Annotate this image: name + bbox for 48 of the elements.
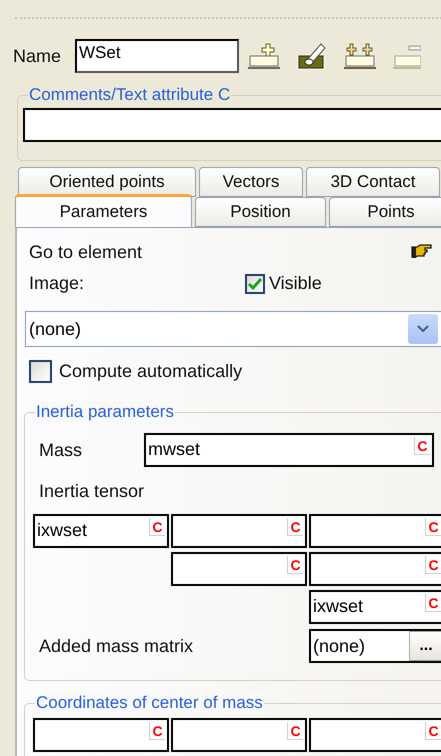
compute-checkbox[interactable] bbox=[29, 360, 52, 384]
tensor-field[interactable]: ixwset C bbox=[33, 514, 169, 548]
tab[interactable]: 3D Contact bbox=[306, 167, 440, 197]
coordinate-field[interactable]: C bbox=[309, 718, 441, 752]
tensor-field[interactable]: C bbox=[171, 552, 307, 586]
tab[interactable]: Parameters bbox=[15, 194, 192, 227]
add-points-icon[interactable] bbox=[344, 42, 376, 70]
coordinate-field[interactable]: C bbox=[171, 718, 307, 752]
tab[interactable]: Position bbox=[195, 197, 326, 227]
tensor-field[interactable]: C bbox=[309, 552, 441, 586]
chevron-down-icon[interactable] bbox=[408, 314, 438, 344]
c-button[interactable]: C bbox=[287, 518, 303, 536]
c-button[interactable]: C bbox=[148, 518, 165, 536]
group-title: Coordinates of center of mass bbox=[35, 693, 264, 713]
edit-icon[interactable] bbox=[297, 42, 328, 70]
pointing-hand-icon[interactable] bbox=[411, 244, 433, 260]
c-button[interactable]: C bbox=[424, 594, 441, 612]
c-button[interactable]: C bbox=[287, 556, 303, 574]
name-field[interactable]: WSet bbox=[75, 39, 240, 73]
c-button[interactable]: C bbox=[425, 722, 441, 740]
group-title: Inertia parameters bbox=[35, 402, 175, 422]
tab[interactable]: Vectors bbox=[199, 167, 303, 197]
tensor-field[interactable]: C bbox=[171, 514, 307, 548]
c-button[interactable]: C bbox=[425, 518, 441, 536]
coordinate-field[interactable]: C bbox=[33, 718, 169, 752]
image-label: Image: bbox=[29, 273, 86, 294]
go-to-element-link[interactable]: Go to element bbox=[29, 242, 142, 263]
c-button[interactable]: C bbox=[425, 556, 441, 574]
tensor-label: Inertia tensor bbox=[39, 481, 146, 502]
added-mass-field[interactable]: (none) ... bbox=[309, 629, 441, 663]
tab[interactable]: Points bbox=[329, 197, 441, 227]
compute-label: Compute automatically bbox=[59, 361, 242, 382]
mass-field[interactable]: mwset C bbox=[144, 433, 434, 467]
browse-button[interactable]: ... bbox=[409, 631, 441, 661]
add-point-icon[interactable] bbox=[248, 42, 280, 70]
comments-field[interactable] bbox=[23, 108, 441, 142]
visible-label: Visible bbox=[269, 273, 322, 294]
name-label: Name bbox=[13, 46, 62, 66]
added-mass-label: Added mass matrix bbox=[39, 636, 194, 656]
c-button[interactable]: C bbox=[149, 722, 165, 740]
c-button[interactable]: C bbox=[414, 437, 430, 455]
image-dropdown[interactable]: (none) bbox=[25, 311, 441, 348]
tensor-field[interactable]: C bbox=[309, 514, 441, 548]
tab[interactable]: Oriented points bbox=[18, 167, 196, 197]
tensor-field[interactable]: ixwset C bbox=[309, 590, 441, 624]
mass-label: Mass bbox=[39, 440, 84, 460]
c-button[interactable]: C bbox=[287, 722, 303, 740]
visible-checkbox[interactable] bbox=[245, 274, 265, 294]
